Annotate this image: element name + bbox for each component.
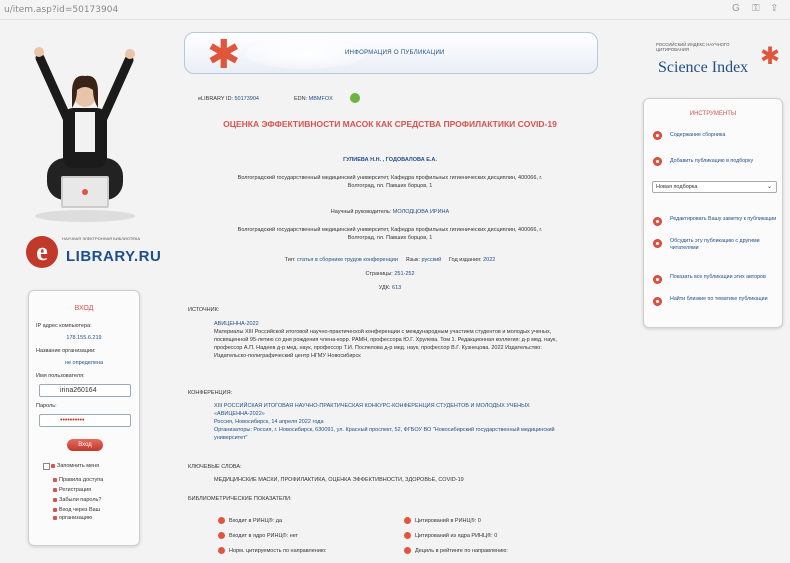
link-org-login[interactable]: Вход через Ваш: [52, 507, 100, 513]
metric-in-rinc[interactable]: Входит в РИНЦ®: да: [218, 517, 282, 524]
pages-row: Страницы: 251-252: [196, 270, 584, 278]
pages-value: 251-252: [394, 271, 415, 277]
password-label: Пароль:: [36, 403, 57, 409]
tool-edit-note-icon[interactable]: [653, 217, 662, 226]
type-value: статья в сборнике трудов конференции: [296, 257, 398, 263]
udk-value: 613: [392, 285, 402, 291]
metric-core-rinc[interactable]: Входит в ядро РИНЦ®: нет: [218, 532, 298, 539]
remember-label: Запомнить меня: [50, 463, 100, 469]
udk-row: УДК: 613: [196, 284, 584, 292]
metric-norm-citation[interactable]: Норм. цитируемость по направлению:: [218, 547, 327, 554]
tool-contents-icon[interactable]: [653, 131, 662, 140]
username-label: Имя пользователя:: [36, 373, 85, 379]
supervisor-label: Научный руководитель:: [330, 209, 392, 215]
conference-name[interactable]: XIII РОССИЙСКАЯ ИТОГОВАЯ НАУЧНО-ПРАКТИЧЕ…: [214, 402, 574, 418]
link-register[interactable]: Регистрация: [52, 487, 91, 493]
key-icon[interactable]: ⚿: [752, 3, 760, 14]
edn-value[interactable]: MBMFOX: [309, 96, 333, 102]
keywords-label: КЛЮЧЕВЫЕ СЛОВА:: [188, 464, 242, 470]
tool-discuss-icon[interactable]: [653, 239, 662, 248]
pages-label: Страницы:: [365, 271, 393, 277]
type-row: Тип: статья в сборнике трудов конференци…: [196, 256, 584, 264]
lang-label: Язык:: [405, 257, 420, 263]
udk-label: УДК:: [378, 285, 391, 291]
tool-similar-icon[interactable]: [653, 297, 662, 306]
tool-contents[interactable]: Содержание сборника: [670, 132, 778, 139]
hero-illustration: [34, 47, 135, 222]
login-title: ВХОД: [74, 305, 94, 312]
supervisor-name[interactable]: МОЛОДЦОВА ИРИНА: [393, 209, 449, 215]
tools-title: ИНСТРУМЕНТЫ: [689, 111, 737, 117]
conference-block: XIII РОССИЙСКАЯ ИТОГОВАЯ НАУЧНО-ПРАКТИЧЕ…: [214, 402, 574, 442]
lang-value: русский: [421, 257, 442, 263]
url-text[interactable]: u/item.asp?id=50173904: [4, 5, 118, 15]
link-org-login-cont[interactable]: организацию: [52, 515, 92, 521]
tool-similar[interactable]: Найти близкие по тематике публикации: [670, 296, 778, 303]
tool-author-pubs[interactable]: Показать все публикации этих авторов: [670, 274, 778, 281]
elibrary-id-value: 50173904: [234, 96, 259, 102]
ip-label: IP адрес компьютера:: [36, 323, 92, 329]
metrics-label: БИБЛИОМЕТРИЧЕСКИЕ ПОКАЗАТЕЛИ:: [188, 496, 292, 502]
publication-header: ✱ ИНФОРМАЦИЯ О ПУБЛИКАЦИИ: [184, 32, 598, 77]
login-panel: ВХОД IP адрес компьютера: 178.155.6.219 …: [28, 290, 140, 546]
year-label: Год издания:: [448, 257, 482, 263]
tool-discuss[interactable]: Обсудить эту публикацию с другими читате…: [670, 238, 778, 252]
metric-core-citations[interactable]: Цитирований из ядра РИНЦ®: 0: [404, 532, 497, 539]
edn-row: EDN: MBMFOX: [294, 96, 333, 102]
source-block: АВИЦЕННА-2022 Материалы XIII Российской …: [214, 320, 574, 360]
conference-details: Россия, Новосибирск, 14 апреля 2022 года: [214, 419, 324, 425]
keywords-value[interactable]: МЕДИЦИНСКИЕ МАСКИ, ПРОФИЛАКТИКА, ОЦЕНКА …: [214, 476, 574, 484]
link-forgot-password[interactable]: Забыли пароль?: [52, 497, 101, 503]
type-label: Тип:: [284, 257, 296, 263]
authors[interactable]: ГУЛИЕВА Н.Н. , ГОДОВАЛОВА Е.А.: [196, 156, 584, 164]
tool-author-pubs-icon[interactable]: [653, 275, 662, 284]
org-label: Название организации:: [36, 348, 96, 354]
header-title: ИНФОРМАЦИЯ О ПУБЛИКАЦИИ: [345, 50, 445, 56]
metric-citations-rinc[interactable]: Цитирований в РИНЦ®: 0: [404, 517, 481, 524]
conference-label: КОНФЕРЕНЦИЯ:: [188, 390, 233, 396]
remember-checkbox[interactable]: [43, 463, 50, 470]
tool-add-collection[interactable]: Добавить публикацию в подборку: [670, 158, 778, 165]
elibrary-id-label: eLIBRARY ID:: [198, 96, 233, 102]
asterisk-icon: ✱: [760, 43, 781, 70]
elibrary-e-mark: e: [26, 236, 58, 268]
science-index-title: Science Index: [658, 59, 749, 76]
collection-select-value: Новая подборка: [656, 184, 698, 190]
tool-add-collection-icon[interactable]: [653, 157, 662, 166]
article-title: ОЦЕНКА ЭФФЕКТИВНОСТИ МАСОК КАК СРЕДСТВА …: [223, 119, 557, 129]
affiliation-1: Волгоградский государственный медицински…: [237, 175, 543, 189]
source-label: ИСТОЧНИК:: [188, 307, 220, 313]
source-description: Материалы XIII Российской итоговой научн…: [214, 329, 557, 359]
chevron-down-icon: ⌄: [766, 184, 772, 190]
science-index-logo[interactable]: РОССИЙСКИЙ ИНДЕКС НАУЧНОГО ЦИТИРОВАНИЯ S…: [654, 42, 782, 82]
logo-text: LIBRARY.RU: [66, 248, 162, 265]
logo-subtitle: НАУЧНАЯ ЭЛЕКТРОННАЯ БИБЛИОТЕКА: [62, 236, 140, 241]
science-index-subtitle: РОССИЙСКИЙ ИНДЕКС НАУЧНОГО ЦИТИРОВАНИЯ: [656, 42, 730, 52]
collection-select[interactable]: Новая подборка ⌄: [652, 181, 777, 193]
conference-org: Организаторы: Россия, г. Новосибирск, 63…: [214, 427, 555, 441]
tools-panel: ИНСТРУМЕНТЫ Содержание сборника Добавить…: [643, 98, 783, 328]
link-access-rules[interactable]: Правила доступа: [52, 477, 103, 483]
affiliation-2: Волгоградский государственный медицински…: [237, 227, 543, 241]
tool-edit-note[interactable]: Редактировать Вашу заметку к публикации: [670, 216, 778, 223]
source-name[interactable]: АВИЦЕННА-2022: [214, 320, 574, 328]
login-button[interactable]: Вход: [67, 439, 103, 451]
metric-decile[interactable]: Дециль в рейтинге по направлению:: [404, 547, 508, 554]
ip-value: 178.155.6.219: [66, 335, 102, 341]
edn-label: EDN:: [294, 96, 308, 102]
year-value: 2022: [483, 257, 496, 263]
elibrary-id-row: eLIBRARY ID: 50173904: [198, 96, 259, 102]
address-bar[interactable]: u/item.asp?id=50173904 G ⚿ ⇪: [0, 0, 790, 20]
supervisor-row: Научный руководитель: МОЛОДЦОВА ИРИНА: [196, 208, 584, 216]
org-value: не определена: [64, 360, 104, 366]
open-access-icon: [350, 93, 360, 103]
google-icon[interactable]: G: [732, 3, 740, 14]
password-input[interactable]: ••••••••••: [39, 414, 131, 427]
asterisk-logo-icon: ✱: [207, 33, 241, 77]
elibrary-logo[interactable]: e НАУЧНАЯ ЭЛЕКТРОННАЯ БИБЛИОТЕКА LIBRARY…: [26, 232, 161, 270]
username-input[interactable]: irina260164: [39, 384, 131, 397]
share-icon[interactable]: ⇪: [770, 3, 778, 14]
